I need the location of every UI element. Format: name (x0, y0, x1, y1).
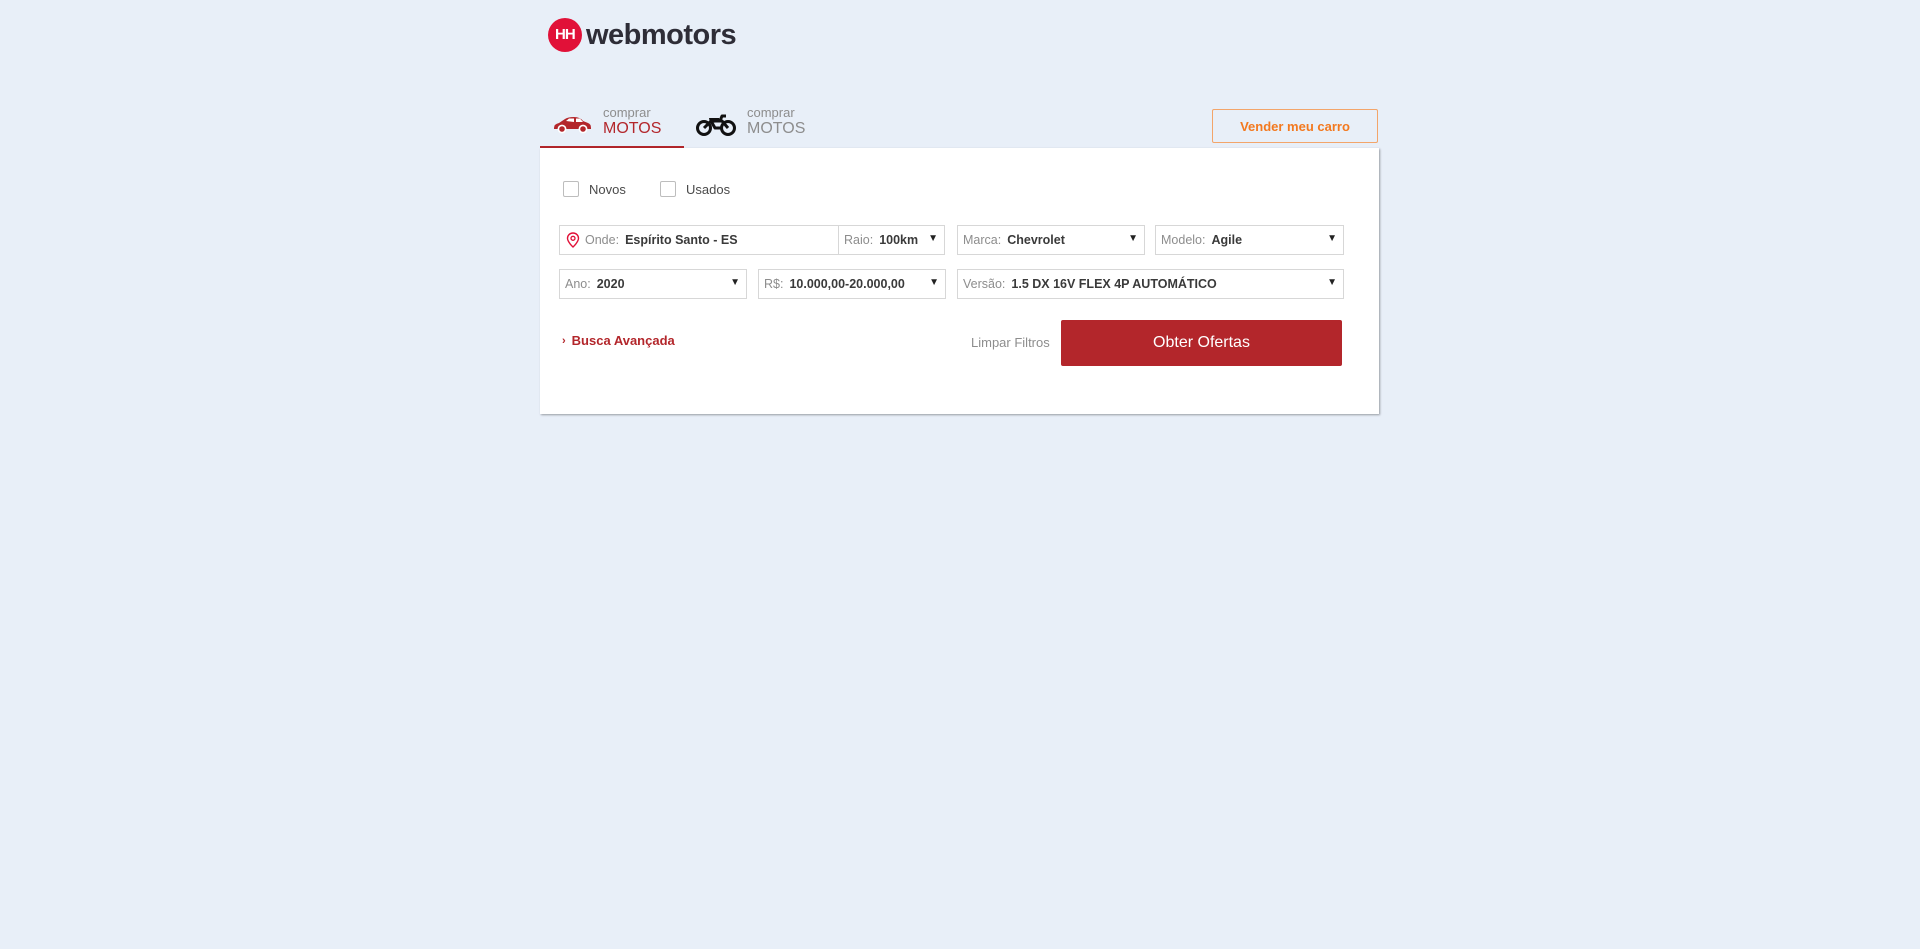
caret-down-icon: ▼ (730, 277, 740, 288)
location-value: Espírito Santo - ES (625, 233, 738, 247)
location-pin-icon (566, 232, 580, 248)
advanced-search-link[interactable]: › Busca Avançada (562, 333, 675, 348)
checkbox-new-label: Novos (589, 181, 626, 197)
checkbox-new-box[interactable] (563, 181, 579, 197)
version-select[interactable]: Versão: 1.5 DX 16V FLEX 4P AUTOMÁTICO ▼ (957, 269, 1344, 299)
advanced-search-label: Busca Avançada (571, 333, 675, 348)
logo-text: webmotors (586, 18, 737, 51)
sell-my-car-button[interactable]: Vender meu carro (1212, 109, 1378, 143)
price-select[interactable]: R$: 10.000,00-20.000,00 ▼ (758, 269, 946, 299)
checkbox-used-box[interactable] (660, 181, 676, 197)
tab-buy-motorcycle-small: comprar (747, 105, 795, 120)
tab-buy-motorcycle-label: MOTOS (747, 120, 806, 137)
chevron-right-icon: › (562, 334, 566, 347)
logo-mark-icon: HH (548, 18, 582, 52)
radius-value: 100km (879, 233, 919, 247)
price-label: R$: (764, 277, 784, 291)
model-label: Modelo: (1161, 233, 1206, 247)
location-label: Onde: (585, 233, 620, 247)
tab-buy-car[interactable]: comprar MOTOS (540, 100, 684, 148)
year-select[interactable]: Ano: 2020 ▼ (559, 269, 747, 299)
year-value: 2020 (596, 277, 625, 291)
brand-select[interactable]: Marca: Chevrolet ▼ (957, 225, 1145, 255)
brand-label: Marca: (963, 233, 1002, 247)
caret-down-icon: ▼ (929, 277, 939, 288)
vehicle-tabs: comprar MOTOS comprar MOTOS (540, 100, 828, 148)
radius-label: Raio: (844, 233, 874, 247)
version-value: 1.5 DX 16V FLEX 4P AUTOMÁTICO (1011, 277, 1217, 291)
year-label: Ano: (565, 277, 591, 291)
clear-filters-link[interactable]: Limpar Filtros (971, 335, 1050, 350)
caret-down-icon: ▼ (1128, 233, 1138, 244)
tab-buy-motorcycle[interactable]: comprar MOTOS (684, 100, 828, 148)
tab-buy-car-small: comprar (603, 105, 651, 120)
model-value: Agile (1211, 233, 1243, 247)
price-value: 10.000,00-20.000,00 (789, 277, 905, 291)
checkbox-new[interactable]: Novos (563, 181, 626, 197)
model-select[interactable]: Modelo: Agile ▼ (1155, 225, 1344, 255)
caret-down-icon: ▼ (928, 233, 938, 244)
checkbox-used[interactable]: Usados (660, 181, 730, 197)
brand-value: Chevrolet (1007, 233, 1065, 247)
get-offers-button[interactable]: Obter Ofertas (1061, 320, 1342, 366)
checkbox-used-label: Usados (686, 181, 731, 197)
search-panel: Novos Usados Onde: Espírito Santo - ES R… (540, 148, 1379, 414)
motorcycle-icon (696, 113, 736, 142)
tab-buy-car-label: MOTOS (603, 120, 662, 137)
webmotors-logo[interactable]: HH webmotors (548, 18, 737, 52)
car-icon (552, 116, 592, 139)
radius-select[interactable]: Raio: 100km ▼ (838, 225, 945, 255)
caret-down-icon: ▼ (1327, 233, 1337, 244)
location-input[interactable]: Onde: Espírito Santo - ES (559, 225, 839, 255)
version-label: Versão: (963, 277, 1006, 291)
caret-down-icon: ▼ (1327, 277, 1337, 288)
